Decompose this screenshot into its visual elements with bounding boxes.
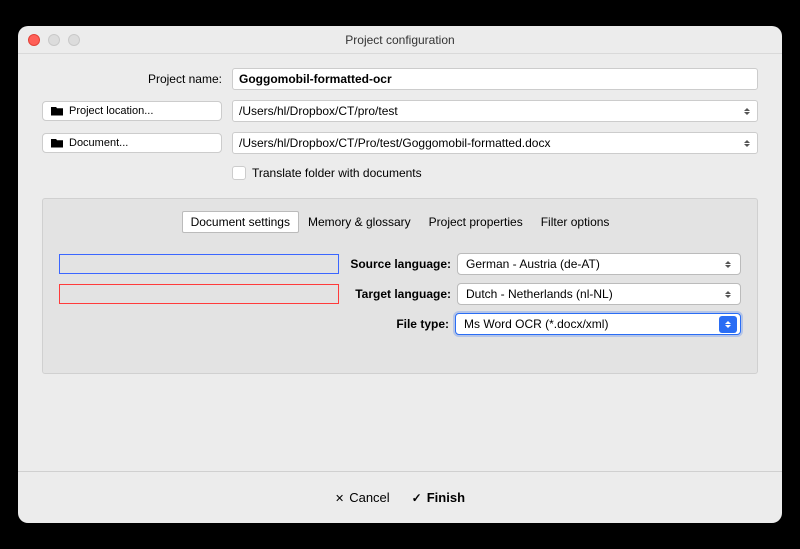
source-color-box xyxy=(59,254,339,274)
check-icon xyxy=(412,490,422,505)
source-language-select[interactable]: German - Austria (de-AT) xyxy=(457,253,741,275)
translate-folder-checkbox[interactable] xyxy=(232,166,246,180)
maximize-window-button[interactable] xyxy=(68,34,80,46)
translate-folder-label: Translate folder with documents xyxy=(252,166,422,180)
minimize-window-button[interactable] xyxy=(48,34,60,46)
close-window-button[interactable] xyxy=(28,34,40,46)
project-location-value: /Users/hl/Dropbox/CT/pro/test xyxy=(239,104,398,118)
project-name-label: Project name: xyxy=(42,72,222,86)
target-language-value: Dutch - Netherlands (nl-NL) xyxy=(466,287,613,301)
dialog-window: Project configuration Project name: Gogg… xyxy=(18,26,782,523)
target-language-select[interactable]: Dutch - Netherlands (nl-NL) xyxy=(457,283,741,305)
window-controls xyxy=(28,34,80,46)
project-location-combo[interactable]: /Users/hl/Dropbox/CT/pro/test xyxy=(232,100,758,122)
document-value: /Users/hl/Dropbox/CT/Pro/test/Goggomobil… xyxy=(239,136,550,150)
translate-folder-row: Translate folder with documents xyxy=(232,166,758,180)
document-button[interactable]: Document... xyxy=(42,133,222,153)
folder-icon xyxy=(51,107,63,116)
finish-button[interactable]: Finish xyxy=(412,490,465,505)
project-name-input[interactable]: Goggomobil-formatted-ocr xyxy=(232,68,758,90)
file-type-select[interactable]: Ms Word OCR (*.docx/xml) xyxy=(455,313,741,335)
footer: Cancel Finish xyxy=(18,471,782,523)
source-language-label: Source language: xyxy=(347,257,451,271)
target-language-label: Target language: xyxy=(347,287,451,301)
stepper-icon xyxy=(740,104,754,118)
cancel-label: Cancel xyxy=(349,490,389,505)
tab-memory-glossary[interactable]: Memory & glossary xyxy=(299,211,420,233)
content-area: Project name: Goggomobil-formatted-ocr P… xyxy=(18,54,782,471)
file-type-label: File type: xyxy=(59,317,449,331)
tab-filter-options[interactable]: Filter options xyxy=(532,211,619,233)
target-color-box xyxy=(59,284,339,304)
stepper-icon xyxy=(719,256,737,273)
source-language-value: German - Austria (de-AT) xyxy=(466,257,600,271)
file-type-value: Ms Word OCR (*.docx/xml) xyxy=(464,317,608,331)
document-button-label: Document... xyxy=(69,137,128,149)
folder-icon xyxy=(51,139,63,148)
finish-label: Finish xyxy=(427,490,465,505)
tab-project-properties[interactable]: Project properties xyxy=(420,211,532,233)
cancel-button[interactable]: Cancel xyxy=(335,490,390,505)
close-icon xyxy=(335,490,344,505)
tabs: Document settings Memory & glossary Proj… xyxy=(59,211,741,233)
window-title: Project configuration xyxy=(18,33,782,47)
stepper-icon xyxy=(740,136,754,150)
stepper-icon xyxy=(719,316,737,333)
settings-panel: Document settings Memory & glossary Proj… xyxy=(42,198,758,374)
project-location-button-label: Project location... xyxy=(69,105,153,117)
titlebar: Project configuration xyxy=(18,26,782,54)
stepper-icon xyxy=(719,286,737,303)
tab-document-settings[interactable]: Document settings xyxy=(182,211,299,233)
project-location-button[interactable]: Project location... xyxy=(42,101,222,121)
document-combo[interactable]: /Users/hl/Dropbox/CT/Pro/test/Goggomobil… xyxy=(232,132,758,154)
